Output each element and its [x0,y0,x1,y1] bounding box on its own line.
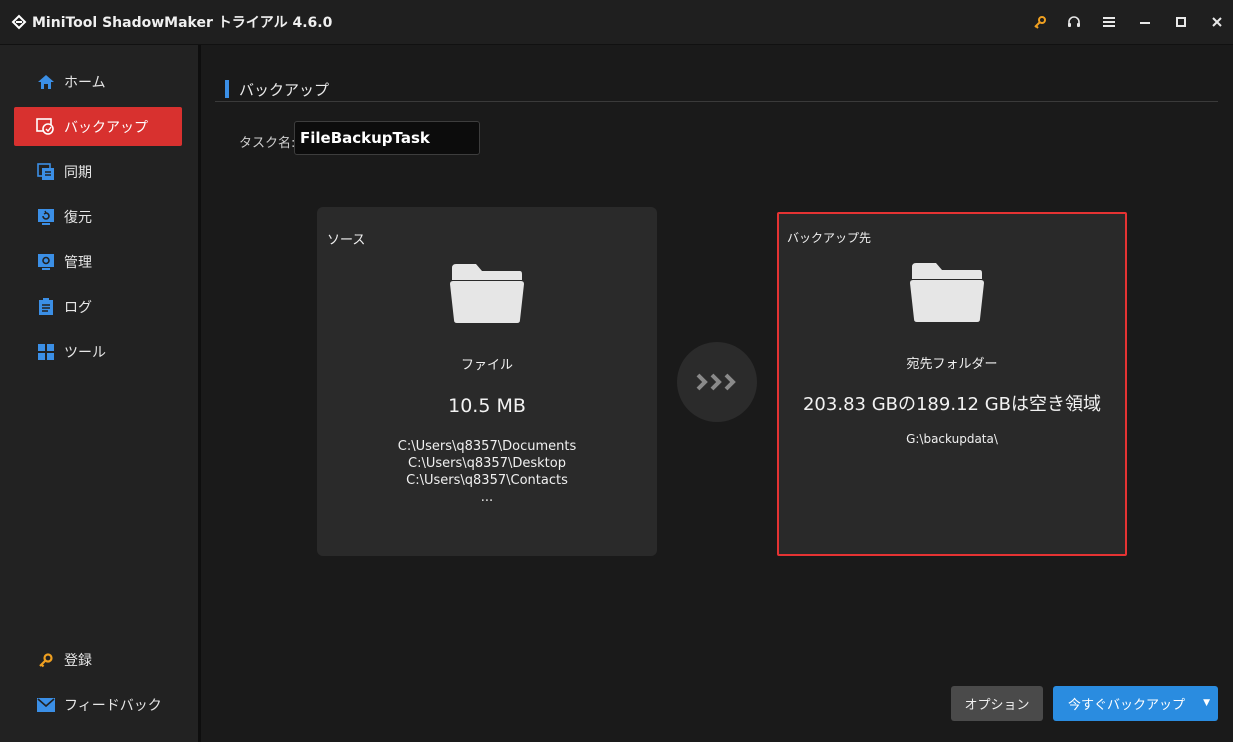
sidebar-item-label: ツール [64,344,106,361]
dropdown-caret-icon[interactable]: ▼ [1203,698,1210,708]
maximize-button[interactable] [1170,11,1192,33]
destination-free-space: 203.83 GBの189.12 GBは空き領域 [802,394,1101,415]
folder-icon [910,263,984,322]
sidebar-item-label: 登録 [64,652,92,669]
headset-icon [1068,16,1080,27]
options-button[interactable]: オプション [951,686,1043,721]
sidebar-item-log[interactable]: ログ [14,287,182,326]
sidebar-item-label: ホーム [64,74,106,91]
sidebar-item-label: 復元 [64,209,92,226]
mail-icon [36,695,56,715]
minimize-button[interactable] [1134,11,1156,33]
manage-icon [36,252,56,272]
task-name-label: タスク名: [239,136,296,151]
log-icon [36,297,56,317]
triple-chevron-right-icon [696,373,736,391]
app-title: MiniTool ShadowMaker トライアル 4.6.0 [32,15,333,31]
sidebar-item-tools[interactable]: ツール [14,332,182,371]
key-icon [1034,16,1046,29]
sidebar-item-feedback[interactable]: フィードバック [14,685,182,724]
main-panel: バックアップ タスク名: ソース ファイル 10.5 MB C:\Users\q… [201,45,1233,742]
sidebar-item-restore[interactable]: 復元 [14,197,182,236]
minimize-icon [1140,22,1150,24]
sidebar: ホーム バックアップ 同期 復元 管理 ログ ツール 登録 フィードバック [0,45,198,742]
source-path-list: C:\Users\q8357\Documents C:\Users\q8357\… [317,438,657,506]
source-path: C:\Users\q8357\Desktop [408,456,566,471]
hamburger-icon [1103,17,1115,27]
sidebar-item-label: バックアップ [64,119,148,136]
page-title-text: バックアップ [239,80,330,99]
home-icon [36,72,56,92]
source-card[interactable]: ソース ファイル 10.5 MB C:\Users\q8357\Document… [317,207,657,556]
sync-icon [36,162,56,182]
sidebar-item-label: フィードバック [64,697,162,714]
destination-path: G:\backupdata\ [906,432,998,446]
sidebar-item-register[interactable]: 登録 [14,640,182,679]
source-path: C:\Users\q8357\Documents [397,439,577,454]
section-divider [215,101,1218,102]
backup-icon [36,117,56,137]
backup-now-button[interactable]: 今すぐバックアップ ▼ [1053,686,1218,721]
restore-icon [36,207,56,227]
page-title: バックアップ [225,79,329,99]
title-bar: MiniTool ShadowMaker トライアル 4.6.0 [0,0,1233,45]
source-type-label: ファイル [460,358,513,373]
key-icon [36,650,56,670]
sidebar-item-sync[interactable]: 同期 [14,152,182,191]
app-logo-icon [11,14,27,30]
task-name-input[interactable] [294,121,480,155]
sidebar-item-label: ログ [64,299,92,316]
tools-icon [36,342,56,362]
support-button[interactable] [1063,11,1085,33]
folder-icon [450,264,524,323]
flow-arrow [677,342,757,422]
sidebar-item-manage[interactable]: 管理 [14,242,182,281]
menu-button[interactable] [1098,11,1120,33]
maximize-icon [1176,17,1186,27]
source-path-more: ... [480,490,494,505]
destination-type-label: 宛先フォルダー [906,357,998,372]
close-button[interactable] [1206,11,1228,33]
sidebar-item-home[interactable]: ホーム [14,62,182,101]
destination-card[interactable]: バックアップ先 宛先フォルダー 203.83 GBの189.12 GBは空き領域… [777,212,1127,556]
source-title: ソース [327,233,366,248]
section-accent-bar [225,80,229,98]
destination-title: バックアップ先 [787,231,872,245]
sidebar-item-label: 同期 [64,164,92,181]
close-icon [1212,17,1222,27]
source-path: C:\Users\q8357\Contacts [406,473,568,488]
sidebar-item-backup[interactable]: バックアップ [14,107,182,146]
source-size: 10.5 MB [448,395,526,417]
license-key-button[interactable] [1029,11,1051,33]
backup-now-label: 今すぐバックアップ [1067,698,1185,713]
sidebar-item-label: 管理 [64,254,92,271]
